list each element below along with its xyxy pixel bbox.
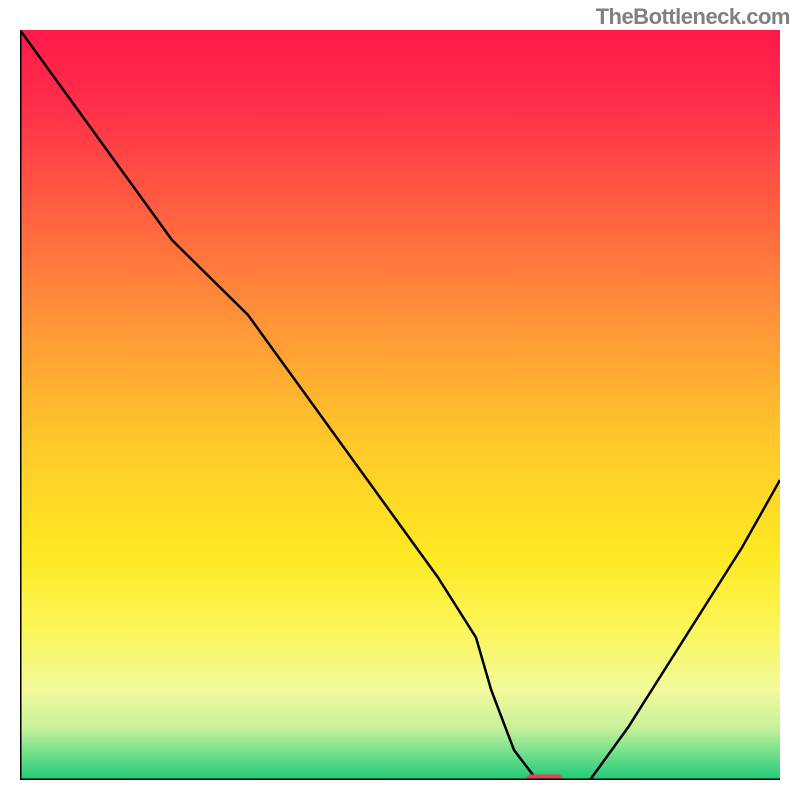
plot-area	[20, 30, 780, 780]
watermark-text: TheBottleneck.com	[596, 4, 790, 30]
chart-svg	[20, 30, 780, 780]
chart-container: TheBottleneck.com	[0, 0, 800, 800]
